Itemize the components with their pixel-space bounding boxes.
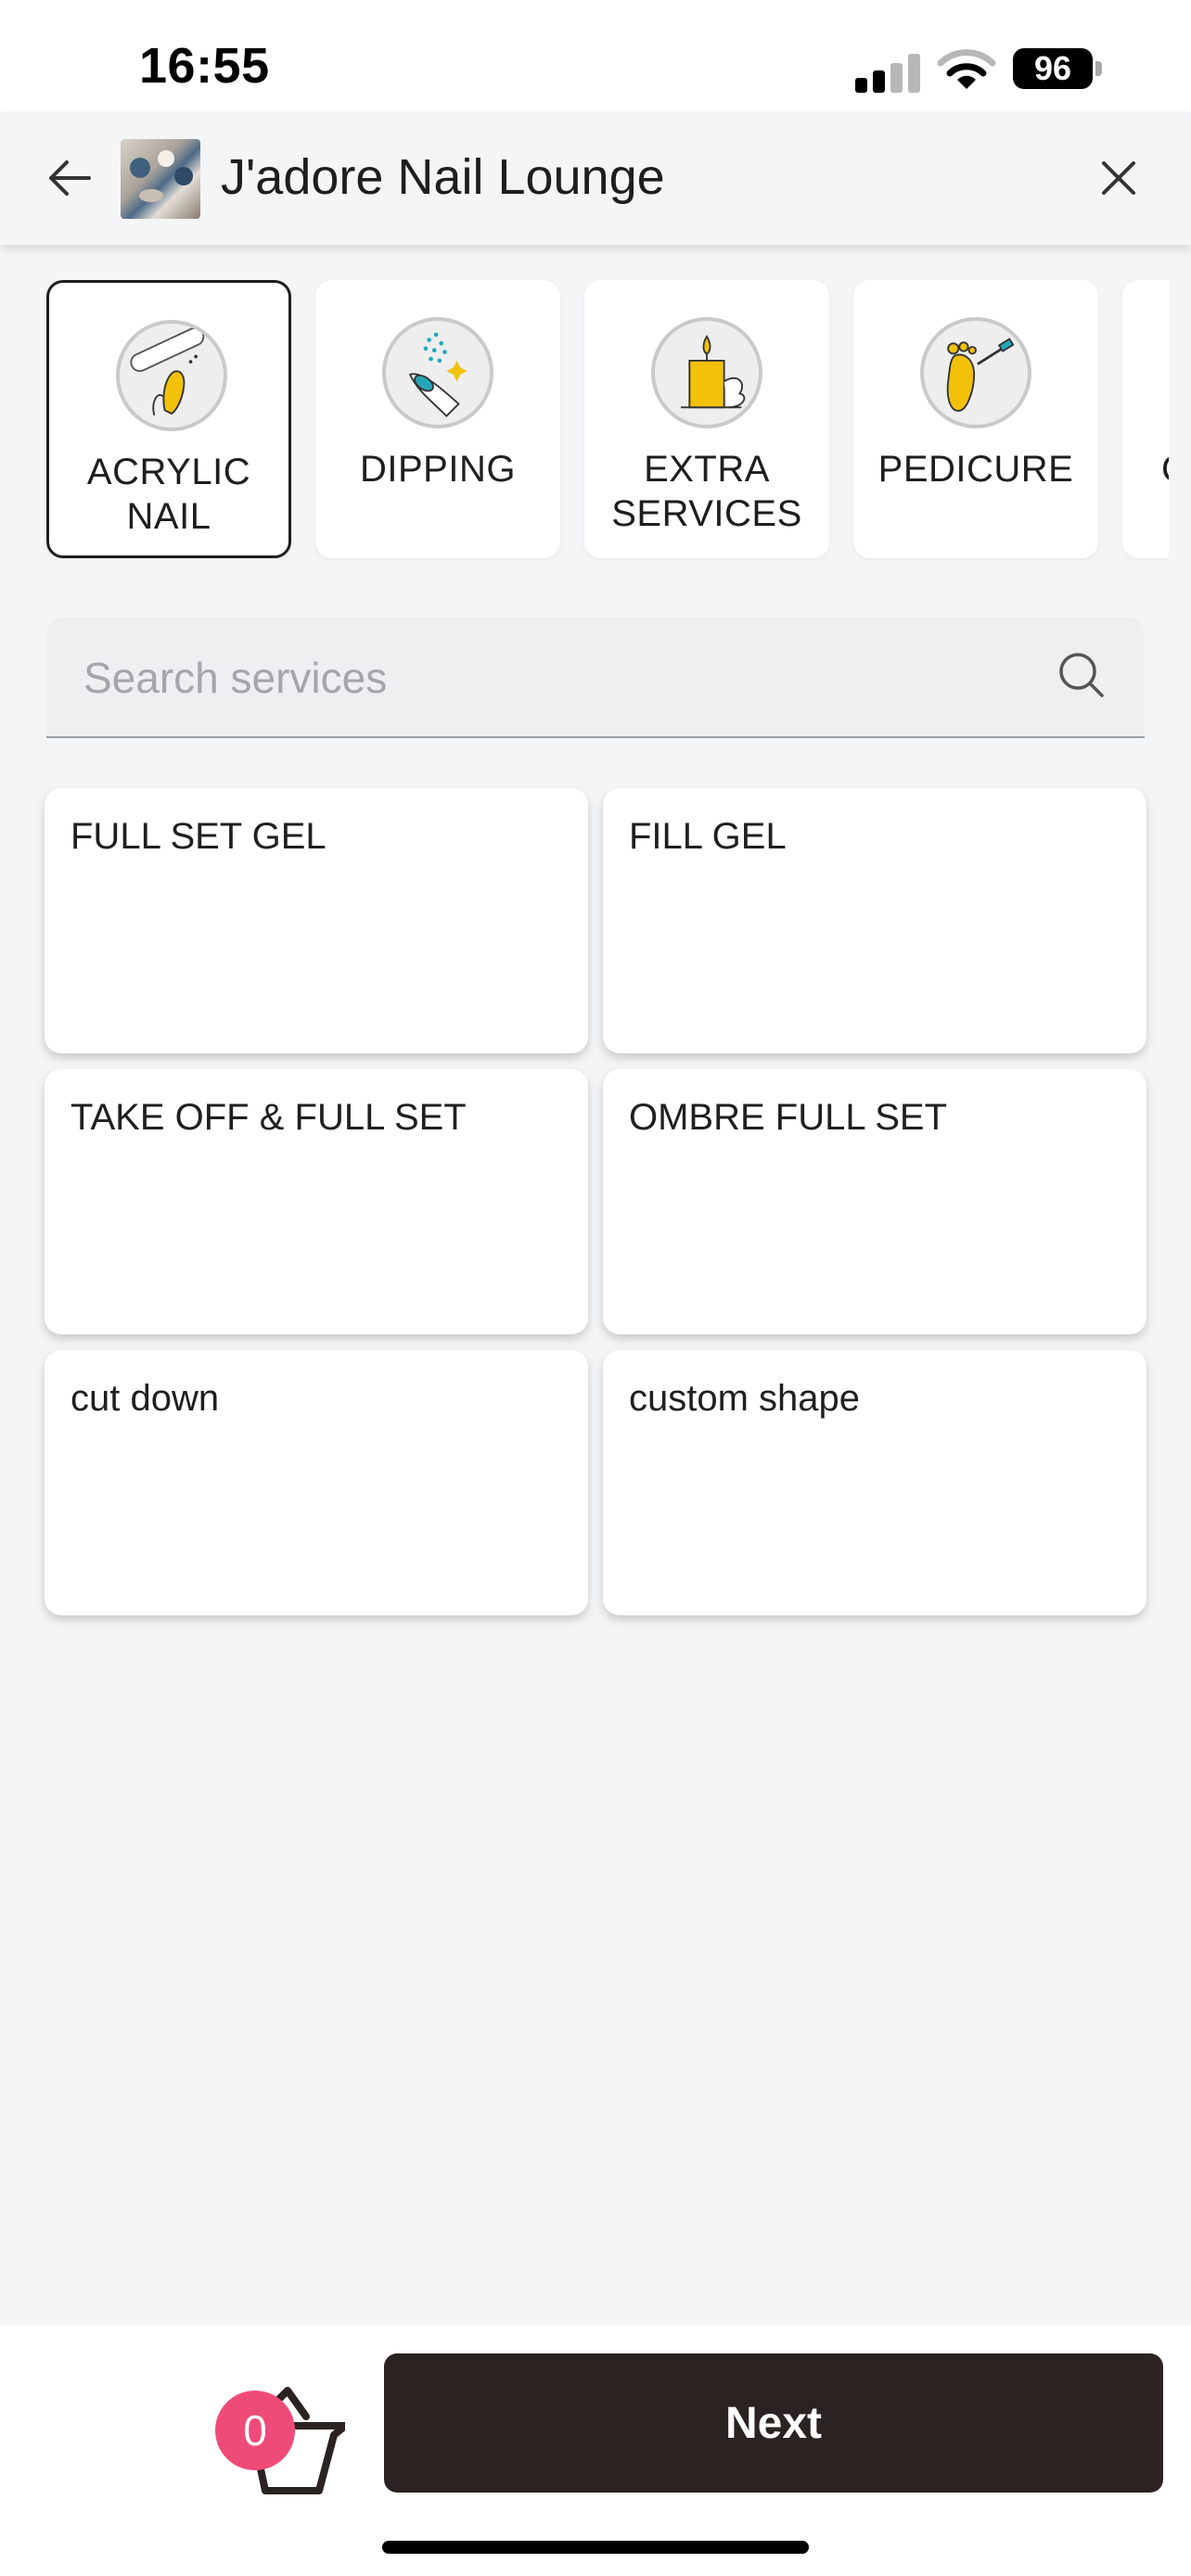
service-name: FILL GEL [629, 816, 787, 857]
wifi-icon [937, 49, 996, 89]
bottom-action-bar: 0 Next [0, 2326, 1191, 2576]
page-title: J'adore Nail Lounge [221, 149, 665, 205]
category-label: C [1161, 447, 1169, 491]
next-button[interactable]: Next [384, 2353, 1163, 2493]
category-label: EXTRA SERVICES [611, 449, 802, 534]
close-icon[interactable] [1091, 150, 1146, 206]
app-header: J'adore Nail Lounge [0, 111, 1191, 245]
service-card[interactable]: custom shape [603, 1350, 1146, 1615]
category-pedicure[interactable]: PEDICURE [853, 280, 1098, 558]
search-icon[interactable] [1054, 647, 1109, 703]
pedicure-icon [920, 317, 1031, 428]
battery-indicator: 96 [1013, 48, 1093, 89]
booking-screen: 16:55 96 J'adore Nail Lounge ACRYLIC NAI… [0, 0, 1191, 2576]
service-name: custom shape [629, 1378, 861, 1419]
category-label: ACRYLIC NAIL [86, 452, 251, 537]
acrylic-nail-icon [116, 320, 227, 431]
service-card[interactable]: FULL SET GEL [45, 788, 588, 1053]
cellular-signal-icon [855, 54, 922, 93]
dipping-icon [382, 317, 493, 428]
service-name: TAKE OFF & FULL SET [70, 1097, 467, 1138]
service-card[interactable]: TAKE OFF & FULL SET [45, 1069, 588, 1334]
search-input[interactable] [83, 645, 1011, 710]
category-partial[interactable]: C [1122, 280, 1169, 558]
back-arrow-icon[interactable] [41, 148, 100, 208]
service-name: cut down [70, 1378, 220, 1419]
category-acrylic-nail[interactable]: ACRYLIC NAIL [46, 280, 291, 558]
service-name: FULL SET GEL [70, 816, 327, 857]
category-carousel[interactable]: ACRYLIC NAIL DIPPING EXTRA SERVICES PEDI… [46, 280, 1169, 560]
category-label: DIPPING [360, 449, 516, 490]
cart-count-badge: 0 [215, 2391, 295, 2470]
category-dipping[interactable]: DIPPING [315, 280, 560, 558]
status-bar: 16:55 96 [0, 0, 1191, 111]
status-time: 16:55 [139, 38, 270, 94]
extra-services-icon [651, 317, 762, 428]
shop-thumbnail [121, 139, 200, 219]
battery-tip [1095, 61, 1102, 76]
service-card[interactable]: cut down [45, 1350, 588, 1615]
service-card[interactable]: OMBRE FULL SET [603, 1069, 1146, 1334]
category-extra-services[interactable]: EXTRA SERVICES [584, 280, 829, 558]
search-bar [46, 618, 1145, 738]
category-label: PEDICURE [877, 449, 1074, 490]
home-indicator [382, 2541, 809, 2554]
service-name: OMBRE FULL SET [629, 1097, 948, 1138]
service-card[interactable]: FILL GEL [603, 788, 1146, 1053]
